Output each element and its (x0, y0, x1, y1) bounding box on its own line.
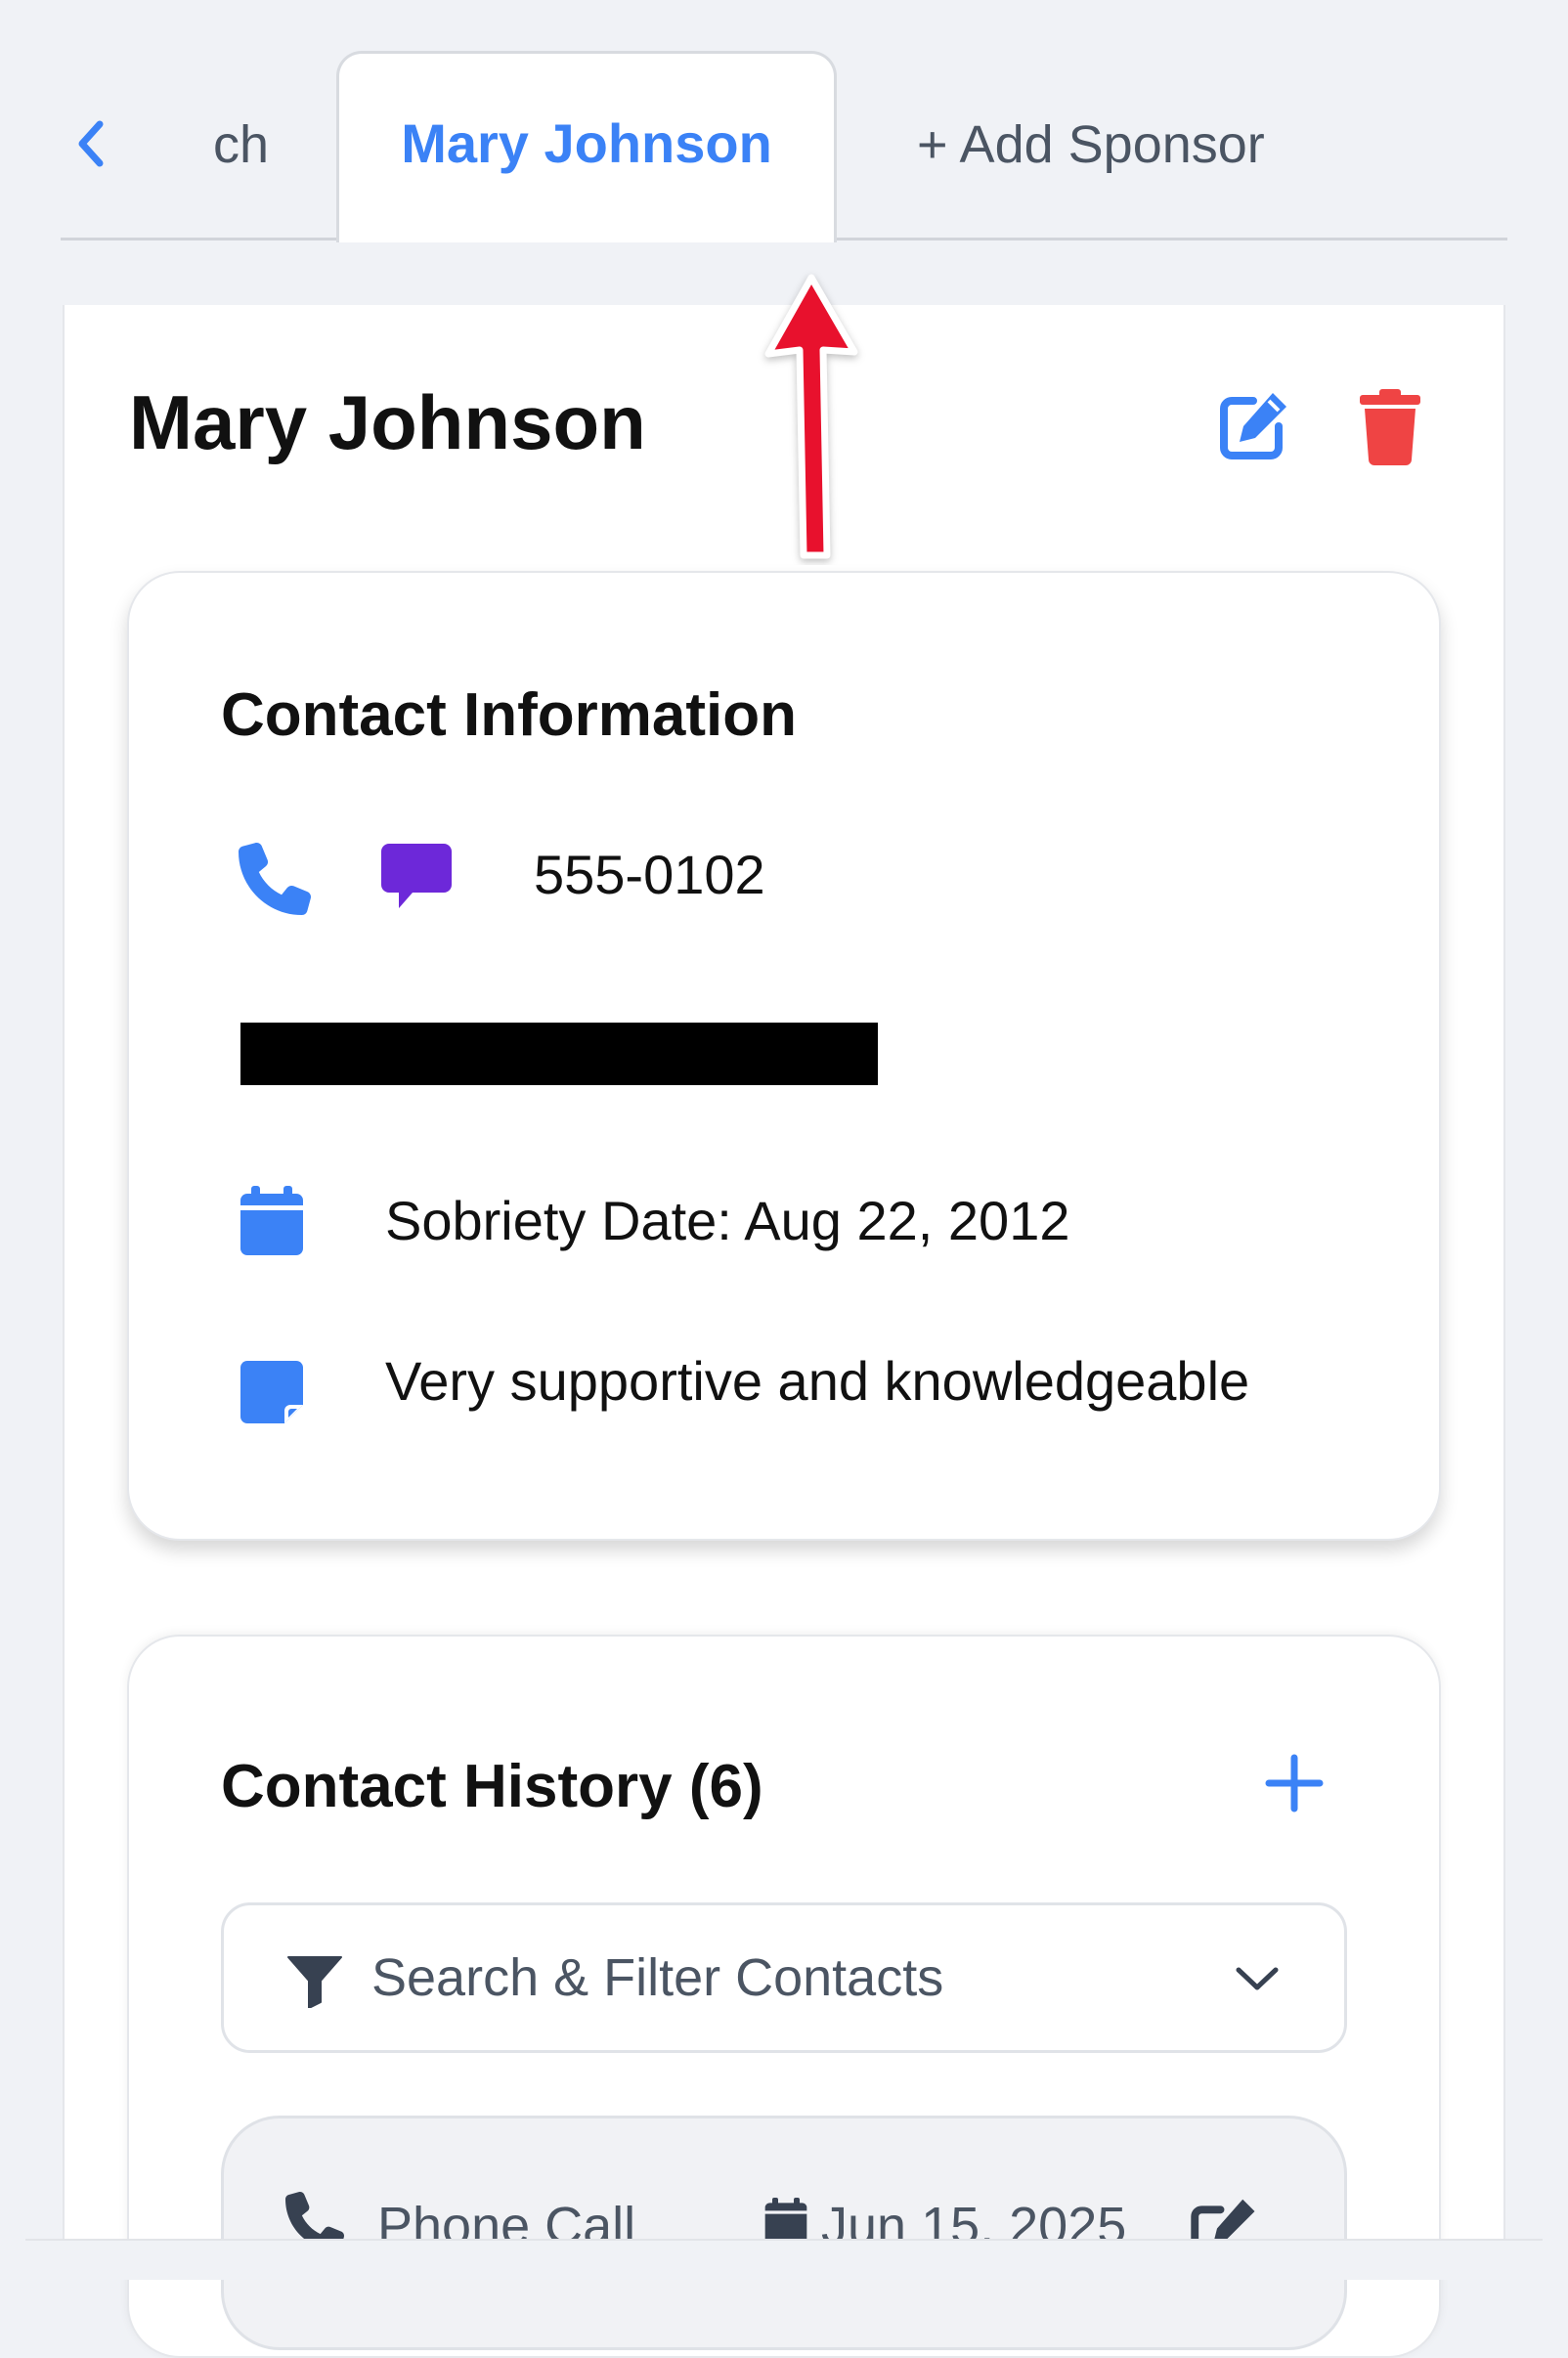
message-button[interactable] (377, 837, 456, 917)
tab-mary-johnson[interactable]: Mary Johnson (336, 51, 837, 242)
contact-information-heading: Contact Information (221, 681, 797, 749)
bottom-safe-area (25, 2239, 1543, 2280)
page-title: Mary Johnson (129, 379, 646, 465)
edit-icon (1220, 393, 1286, 459)
expand-filter-button[interactable] (1230, 1959, 1285, 1998)
add-sponsor-tab[interactable]: + Add Sponsor (917, 106, 1265, 184)
chevron-left-icon (78, 120, 104, 167)
note-icon-wrap (239, 1359, 305, 1425)
sponsor-note: Very supportive and knowledgeable (385, 1350, 1250, 1412)
phone-number: 555-0102 (534, 844, 765, 905)
trash-icon (1360, 389, 1420, 465)
filter-icon (287, 1956, 342, 2008)
tab-scroll-back-button[interactable] (61, 109, 119, 178)
edit-sponsor-button[interactable] (1208, 381, 1298, 471)
search-filter-label: Search & Filter Contacts (371, 1948, 944, 2007)
tab-previous-sponsor[interactable]: ch (213, 106, 272, 184)
filter-icon-wrap (285, 1951, 344, 2010)
contact-history-heading: Contact History (6) (221, 1753, 763, 1820)
tab-active-label: Mary Johnson (401, 112, 772, 174)
tab-previous-label: ch (213, 115, 270, 174)
note-icon (240, 1361, 303, 1423)
delete-sponsor-button[interactable] (1347, 381, 1433, 471)
chevron-down-icon (1236, 1967, 1279, 1990)
calendar-icon (240, 1186, 303, 1255)
sobriety-date-icon-wrap (239, 1185, 305, 1257)
message-icon (381, 844, 452, 908)
sobriety-date: Sobriety Date: Aug 22, 2012 (385, 1190, 1070, 1251)
plus-icon (1265, 1754, 1324, 1812)
phone-icon (239, 843, 311, 915)
add-contact-button[interactable] (1261, 1746, 1328, 1820)
call-button[interactable] (235, 839, 315, 919)
redacted-field (240, 1023, 878, 1085)
